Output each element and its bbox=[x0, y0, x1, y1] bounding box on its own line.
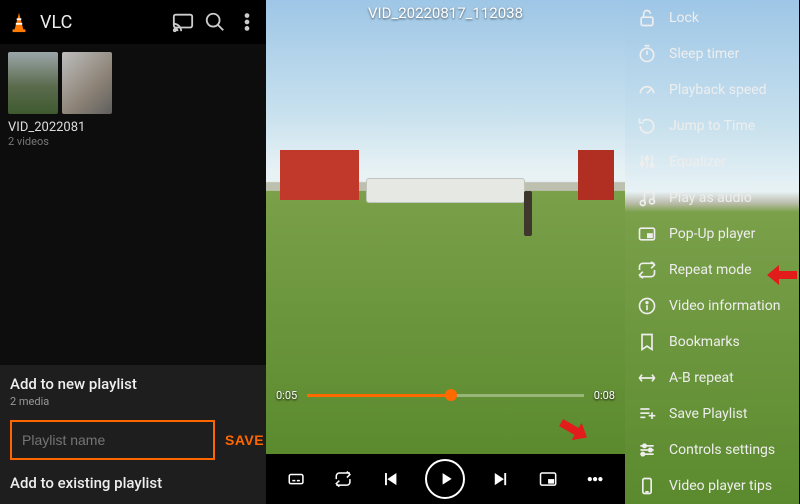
picture-in-picture-icon[interactable] bbox=[535, 466, 561, 492]
app-title: VLC bbox=[40, 12, 72, 33]
menu-item-sleep-timer[interactable]: Sleep timer bbox=[625, 36, 799, 72]
time-current: 0:05 bbox=[276, 389, 297, 402]
sheet-new-title: Add to new playlist bbox=[10, 375, 256, 393]
menu-item-label: Video information bbox=[669, 298, 780, 314]
menu-item-bookmarks[interactable]: Bookmarks bbox=[625, 324, 799, 360]
repeat-mode-icon bbox=[637, 260, 657, 280]
library-panel: VLC VID_2022081 2 videos Add to new play… bbox=[0, 0, 266, 504]
video-group-subtitle: 2 videos bbox=[8, 135, 258, 148]
menu-item-label: Sleep timer bbox=[669, 46, 739, 62]
jump-icon bbox=[637, 116, 657, 136]
advanced-options-menu: Lock Sleep timer Playback speed Jump to … bbox=[625, 0, 799, 504]
annotation-arrow-icon bbox=[767, 263, 797, 287]
menu-item-controls-settings[interactable]: Controls settings bbox=[625, 432, 799, 468]
seek-progress bbox=[307, 394, 451, 397]
menu-item-jump-to-time[interactable]: Jump to Time bbox=[625, 108, 799, 144]
sheet-existing-title: Add to existing playlist bbox=[10, 474, 256, 492]
video-frame-placeholder bbox=[524, 191, 531, 236]
menu-item-save-playlist[interactable]: Save Playlist bbox=[625, 396, 799, 432]
repeat-icon[interactable] bbox=[330, 466, 356, 492]
video-thumbnail bbox=[8, 52, 58, 114]
popup-icon bbox=[637, 224, 657, 244]
video-thumbnail bbox=[62, 52, 112, 114]
video-surface[interactable]: VID_20220817_112038 0:05 0:08 bbox=[266, 0, 625, 454]
video-title-overlay: VID_20220817_112038 bbox=[266, 4, 625, 22]
tips-icon bbox=[637, 476, 657, 496]
sliders-icon bbox=[637, 440, 657, 460]
video-frame-placeholder bbox=[266, 0, 625, 454]
menu-item-label: Jump to Time bbox=[669, 118, 755, 134]
menu-item-label: Play as audio bbox=[669, 190, 752, 206]
video-group-item[interactable]: VID_2022081 2 videos bbox=[8, 52, 258, 148]
play-button[interactable] bbox=[425, 459, 465, 499]
subtitles-icon[interactable] bbox=[283, 466, 309, 492]
lock-icon bbox=[637, 8, 657, 28]
time-total: 0:08 bbox=[594, 389, 615, 402]
seek-bar-row: 0:05 0:08 bbox=[276, 389, 615, 402]
menu-item-popup-player[interactable]: Pop-Up player bbox=[625, 216, 799, 252]
video-frame-placeholder bbox=[578, 150, 614, 200]
more-horiz-icon[interactable] bbox=[582, 466, 608, 492]
player-controls bbox=[266, 454, 625, 504]
menu-item-playback-speed[interactable]: Playback speed bbox=[625, 72, 799, 108]
sheet-new-subtitle: 2 media bbox=[10, 395, 256, 408]
video-frame-placeholder bbox=[367, 179, 525, 202]
video-frame-placeholder bbox=[280, 150, 359, 200]
menu-item-label: Save Playlist bbox=[669, 406, 747, 422]
playlist-name-input[interactable] bbox=[10, 420, 215, 460]
music-note-icon bbox=[637, 188, 657, 208]
menu-item-label: Pop-Up player bbox=[669, 226, 755, 242]
library-toolbar: VLC bbox=[0, 0, 266, 44]
speedometer-icon bbox=[637, 80, 657, 100]
playlist-bottom-sheet: Add to new playlist 2 media SAVE Add to … bbox=[0, 365, 266, 504]
save-playlist-icon bbox=[637, 404, 657, 424]
menu-item-video-information[interactable]: Video information bbox=[625, 288, 799, 324]
equalizer-icon bbox=[637, 152, 657, 172]
menu-item-label: Lock bbox=[669, 10, 699, 26]
menu-item-play-as-audio[interactable]: Play as audio bbox=[625, 180, 799, 216]
menu-item-equalizer[interactable]: Equalizer bbox=[625, 144, 799, 180]
menu-item-label: Bookmarks bbox=[669, 334, 740, 350]
bookmark-icon bbox=[637, 332, 657, 352]
menu-item-video-player-tips[interactable]: Video player tips bbox=[625, 468, 799, 504]
timer-icon bbox=[637, 44, 657, 64]
menu-item-ab-repeat[interactable]: A-B repeat bbox=[625, 360, 799, 396]
ab-repeat-icon bbox=[637, 368, 657, 388]
search-icon[interactable] bbox=[204, 11, 226, 33]
vlc-cone-icon bbox=[8, 11, 30, 33]
menu-item-label: Video player tips bbox=[669, 478, 772, 494]
menu-item-label: Equalizer bbox=[669, 154, 726, 170]
menu-item-lock[interactable]: Lock bbox=[625, 0, 799, 36]
seek-knob[interactable] bbox=[445, 389, 457, 401]
more-vert-icon[interactable] bbox=[236, 11, 258, 33]
info-icon bbox=[637, 296, 657, 316]
video-group-title: VID_2022081 bbox=[8, 120, 258, 135]
video-player-panel: VID_20220817_112038 0:05 0:08 bbox=[266, 0, 625, 504]
cast-icon[interactable] bbox=[172, 11, 194, 33]
menu-item-label: Repeat mode bbox=[669, 262, 752, 278]
menu-item-label: Playback speed bbox=[669, 82, 767, 98]
menu-item-label: A-B repeat bbox=[669, 370, 734, 386]
menu-item-label: Controls settings bbox=[669, 442, 775, 458]
skip-previous-icon[interactable] bbox=[378, 466, 404, 492]
skip-next-icon[interactable] bbox=[487, 466, 513, 492]
save-button[interactable]: SAVE bbox=[225, 432, 264, 448]
seek-bar[interactable] bbox=[307, 394, 584, 397]
